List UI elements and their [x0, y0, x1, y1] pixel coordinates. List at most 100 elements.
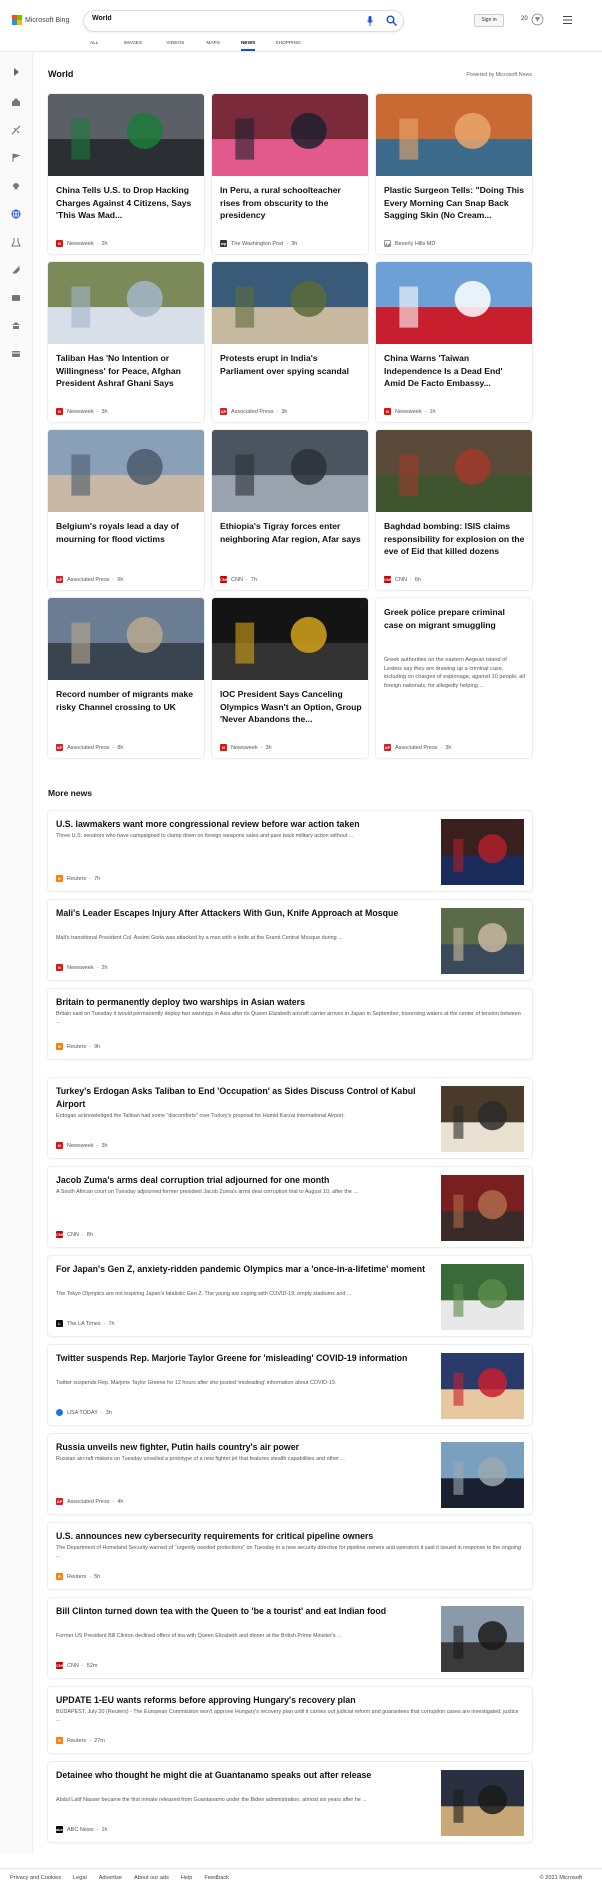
expand-icon[interactable]: [11, 67, 21, 77]
footer-link[interactable]: Feedback: [204, 1875, 229, 1881]
news-card[interactable]: Plastic Surgeon Tells: "Doing This Every…: [376, 94, 532, 254]
news-card[interactable]: Belgium's royals lead a day of mourning …: [48, 430, 204, 590]
card-headline[interactable]: China Warns 'Taiwan Independence Is a De…: [384, 352, 526, 390]
card-headline[interactable]: Protests erupt in India's Parliament ove…: [220, 352, 362, 377]
more-news-title-link[interactable]: Russia unveils new fighter, Putin hails …: [56, 1441, 426, 1454]
entertainment-icon[interactable]: [11, 293, 21, 303]
more-news-thumbnail-image[interactable]: [441, 1770, 524, 1836]
footer-link[interactable]: Privacy and Cookies: [10, 1875, 61, 1881]
more-news-item[interactable]: Jacob Zuma's arms deal corruption trial …: [48, 1167, 532, 1247]
globe-icon[interactable]: [11, 209, 21, 219]
card-headline[interactable]: Belgium's royals lead a day of mourning …: [56, 520, 198, 545]
more-news-thumbnail-image[interactable]: [441, 1175, 524, 1241]
news-thumbnail-image[interactable]: [212, 262, 368, 344]
news-thumbnail-image[interactable]: [376, 262, 532, 344]
more-news-title-link[interactable]: Mali's Leader Escapes Injury After Attac…: [56, 907, 426, 920]
sign-in-button[interactable]: Sign in: [474, 14, 504, 27]
tab-news[interactable]: NEWS: [240, 41, 256, 51]
news-thumbnail-image[interactable]: [376, 94, 532, 176]
rocket-icon[interactable]: [11, 265, 21, 275]
more-news-item[interactable]: For Japan's Gen Z, anxiety-ridden pandem…: [48, 1256, 532, 1336]
more-news-item[interactable]: Twitter suspends Rep. Marjorie Taylor Gr…: [48, 1345, 532, 1425]
footer-link[interactable]: Advertise: [99, 1875, 122, 1881]
news-thumbnail-image[interactable]: [48, 598, 204, 680]
news-thumbnail-image[interactable]: [212, 94, 368, 176]
card-headline[interactable]: Plastic Surgeon Tells: "Doing This Every…: [384, 184, 526, 222]
news-card[interactable]: Baghdad bombing: ISIS claims responsibil…: [376, 430, 532, 590]
discover-icon[interactable]: [11, 125, 21, 135]
tab-images[interactable]: IMAGES: [124, 41, 143, 46]
more-news-item[interactable]: U.S. announces new cybersecurity require…: [48, 1523, 532, 1589]
tab-maps[interactable]: MAPS: [206, 41, 220, 46]
card-headline[interactable]: Taliban Has 'No Intention or Willingness…: [56, 352, 198, 390]
news-card[interactable]: Record number of migrants make risky Cha…: [48, 598, 204, 758]
bing-logo[interactable]: Microsoft Bing: [12, 15, 69, 25]
more-news-item[interactable]: Detainee who thought he might die at Gua…: [48, 1762, 532, 1842]
more-news-thumbnail-image[interactable]: [441, 1606, 524, 1672]
news-thumbnail-image[interactable]: [48, 94, 204, 176]
science-icon[interactable]: [11, 237, 21, 247]
more-news-item[interactable]: UPDATE 1-EU wants reforms before approvi…: [48, 1687, 532, 1753]
more-news-thumbnail-image[interactable]: [441, 1264, 524, 1330]
search-input[interactable]: [92, 15, 292, 22]
news-card[interactable]: China Warns 'Taiwan Independence Is a De…: [376, 262, 532, 422]
powered-by-label[interactable]: Powered by Microsoft News: [466, 72, 532, 78]
news-card[interactable]: Ethiopia's Tigray forces enter neighbori…: [212, 430, 368, 590]
news-card[interactable]: IOC President Says Canceling Olympics Wa…: [212, 598, 368, 758]
card-headline[interactable]: IOC President Says Canceling Olympics Wa…: [220, 688, 362, 726]
more-news-item[interactable]: Russia unveils new fighter, Putin hails …: [48, 1434, 532, 1514]
card-headline[interactable]: Baghdad bombing: ISIS claims responsibil…: [384, 520, 526, 558]
microphone-icon[interactable]: [367, 16, 373, 26]
more-news-thumbnail-image[interactable]: [441, 1442, 524, 1508]
more-news-thumbnail-image[interactable]: [441, 819, 524, 885]
tab-shopping[interactable]: SHOPPING: [275, 41, 300, 46]
search-icon[interactable]: [386, 15, 397, 26]
more-news-title-link[interactable]: For Japan's Gen Z, anxiety-ridden pandem…: [56, 1263, 426, 1276]
more-news-title-link[interactable]: U.S. lawmakers want more congressional r…: [56, 818, 426, 831]
more-news-thumbnail-image[interactable]: [441, 1353, 524, 1419]
flag-icon[interactable]: [11, 153, 21, 163]
more-news-title-link[interactable]: Detainee who thought he might die at Gua…: [56, 1769, 426, 1782]
tab-all[interactable]: ALL: [90, 41, 99, 46]
location-icon[interactable]: [11, 181, 21, 191]
news-card-text[interactable]: Greek police prepare criminal case on mi…: [376, 598, 532, 758]
card-icon[interactable]: [11, 349, 21, 359]
news-thumbnail-image[interactable]: [48, 262, 204, 344]
tab-videos[interactable]: VIDEOS: [166, 41, 184, 46]
news-card[interactable]: Taliban Has 'No Intention or Willingness…: [48, 262, 204, 422]
more-news-title-link[interactable]: U.S. announces new cybersecurity require…: [56, 1530, 524, 1543]
more-news-title-link[interactable]: Britain to permanently deploy two warshi…: [56, 996, 524, 1009]
hamburger-menu-icon[interactable]: [563, 16, 572, 24]
more-news-item[interactable]: Bill Clinton turned down tea with the Qu…: [48, 1598, 532, 1678]
rewards-icon[interactable]: [531, 13, 544, 26]
card-headline[interactable]: In Peru, a rural schoolteacher rises fro…: [220, 184, 362, 222]
card-headline[interactable]: China Tells U.S. to Drop Hacking Charges…: [56, 184, 198, 222]
more-news-title-link[interactable]: UPDATE 1-EU wants reforms before approvi…: [56, 1694, 524, 1707]
footer-link[interactable]: Legal: [73, 1875, 87, 1881]
news-thumbnail-image[interactable]: [48, 430, 204, 512]
footer-link[interactable]: Help: [181, 1875, 193, 1881]
card-headline[interactable]: Ethiopia's Tigray forces enter neighbori…: [220, 520, 362, 545]
more-news-title-link[interactable]: Jacob Zuma's arms deal corruption trial …: [56, 1174, 426, 1187]
home-icon[interactable]: [11, 97, 21, 107]
more-news-item[interactable]: Mali's Leader Escapes Injury After Attac…: [48, 900, 532, 980]
rewards-points[interactable]: 20: [521, 16, 528, 22]
footer-link[interactable]: About our ads: [134, 1875, 169, 1881]
more-news-item[interactable]: U.S. lawmakers want more congressional r…: [48, 811, 532, 891]
news-card[interactable]: In Peru, a rural schoolteacher rises fro…: [212, 94, 368, 254]
news-thumbnail-image[interactable]: [376, 430, 532, 512]
more-news-thumbnail-image[interactable]: [441, 1086, 524, 1152]
more-news-title-link[interactable]: Twitter suspends Rep. Marjorie Taylor Gr…: [56, 1352, 426, 1365]
news-thumbnail-image[interactable]: [212, 598, 368, 680]
news-card[interactable]: Protests erupt in India's Parliament ove…: [212, 262, 368, 422]
card-headline[interactable]: Greek police prepare criminal case on mi…: [384, 606, 526, 631]
more-news-thumbnail-image[interactable]: [441, 908, 524, 974]
more-news-title-link[interactable]: Turkey's Erdogan Asks Taliban to End 'Oc…: [56, 1085, 426, 1110]
news-card[interactable]: China Tells U.S. to Drop Hacking Charges…: [48, 94, 204, 254]
more-news-item[interactable]: Britain to permanently deploy two warshi…: [48, 989, 532, 1059]
card-headline[interactable]: Record number of migrants make risky Cha…: [56, 688, 198, 713]
more-news-title-link[interactable]: Bill Clinton turned down tea with the Qu…: [56, 1605, 426, 1618]
news-thumbnail-image[interactable]: [212, 430, 368, 512]
more-news-item[interactable]: Turkey's Erdogan Asks Taliban to End 'Oc…: [48, 1078, 532, 1158]
bank-icon[interactable]: [11, 321, 21, 331]
